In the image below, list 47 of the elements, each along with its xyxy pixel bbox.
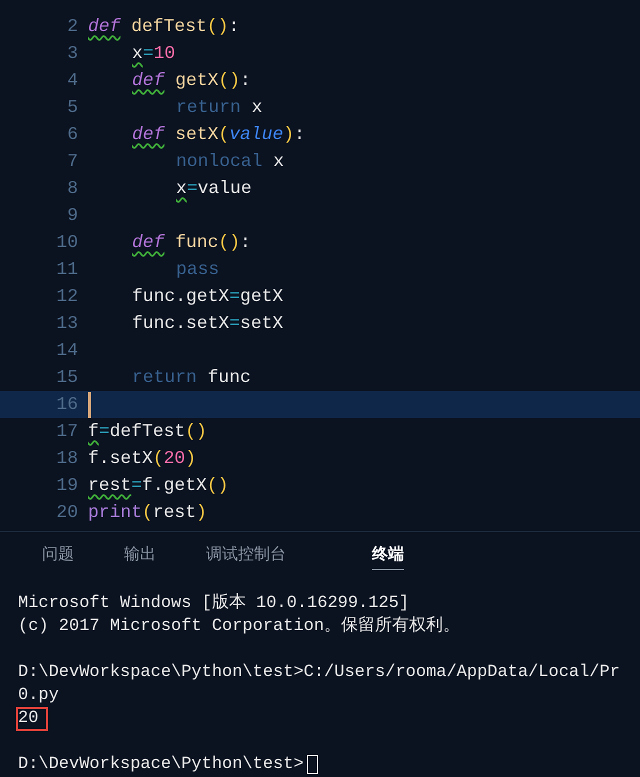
code-line: def setX(value):: [132, 124, 305, 144]
line-number: 17: [55, 422, 78, 442]
code-line: func.setX=setX: [132, 314, 284, 334]
line-number: 14: [55, 340, 78, 360]
line-number: 13: [55, 314, 78, 334]
code-line: def defTest():: [88, 16, 240, 36]
line-number: 8: [66, 178, 78, 198]
line-number: 15: [55, 368, 78, 388]
line-number: 4: [66, 70, 78, 90]
code-line: nonlocal x: [176, 152, 284, 172]
terminal-line: D:\DevWorkspace\Python\test>C:/Users/rooma/AppData/Local/Pr: [17, 662, 621, 684]
line-number: 7: [66, 152, 78, 172]
code-line: pass: [176, 260, 220, 280]
line-number: 19: [55, 476, 78, 496]
code-line: print(rest): [88, 502, 207, 522]
code-line: def func():: [132, 232, 251, 252]
code-line: def getX():: [132, 70, 251, 90]
code-line: func.getX=getX: [132, 286, 284, 306]
text-cursor: [88, 392, 91, 418]
code-line: x=value: [176, 178, 252, 198]
terminal[interactable]: Microsoft Windows [版本 10.0.16299.125] (c) 2017 Microsoft Corporation。保留所有权利。 D:\DevWorkspace\Python\test>C:/Users/rooma/AppData/Local/Pr 0.py 20 D:\DevWorkspace\Python\test>: [0, 578, 640, 776]
line-number: 9: [66, 206, 78, 226]
code-line: return x: [176, 98, 262, 118]
panel-tab[interactable]: 问题: [42, 540, 74, 570]
terminal-line: Microsoft Windows [版本 10.0.16299.125]: [17, 592, 410, 614]
line-number: 3: [66, 44, 78, 64]
line-number: 12: [55, 286, 78, 306]
line-number: 6: [66, 124, 78, 144]
code-line: x=10: [132, 44, 176, 64]
panel-tab[interactable]: 输出: [124, 540, 156, 570]
line-number: 20: [55, 502, 78, 522]
terminal-line: (c) 2017 Microsoft Corporation。保留所有权利。: [17, 615, 462, 638]
line-number: 18: [55, 448, 78, 468]
panel-tab[interactable]: 终端: [372, 540, 404, 570]
terminal-line: 0.py: [17, 684, 60, 706]
terminal-line: D:\DevWorkspace\Python\test>: [17, 754, 305, 776]
code-line: f=defTest(): [88, 422, 207, 442]
line-number: 16: [55, 394, 78, 414]
line-number: 11: [55, 260, 78, 280]
code-line: rest=f.getX(): [88, 476, 228, 496]
line-number: 2: [66, 16, 78, 36]
code-line: f.setX(20): [88, 448, 196, 468]
line-number: 5: [66, 98, 78, 118]
code-line: return func: [132, 368, 251, 388]
line-number: 10: [55, 232, 78, 252]
highlighted-output: 20: [16, 706, 48, 730]
panel-tab[interactable]: 调试控制台: [206, 540, 286, 570]
